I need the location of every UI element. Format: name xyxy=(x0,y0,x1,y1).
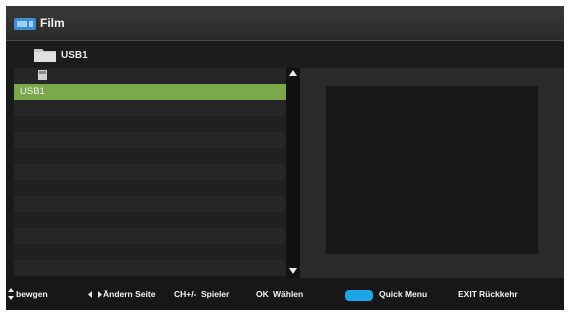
preview-screen xyxy=(326,86,538,254)
scroll-up-icon[interactable] xyxy=(289,70,297,76)
footer-hints: bewgen Ändern Seite CH+/- Spieler OK Wäh… xyxy=(6,278,564,310)
hint-exit-label: Rückkehr xyxy=(479,289,518,299)
list-item[interactable] xyxy=(14,244,286,260)
scrollbar[interactable] xyxy=(286,68,300,278)
list-item[interactable] xyxy=(14,180,286,196)
hint-blue-label: Quick Menu xyxy=(379,289,428,299)
list-item[interactable] xyxy=(14,116,286,132)
hint-exit-key: EXIT xyxy=(458,289,477,299)
hint-ch-label: Spieler xyxy=(201,289,230,299)
folder-icon xyxy=(34,49,56,62)
list-item[interactable] xyxy=(14,164,286,180)
scroll-down-icon[interactable] xyxy=(289,268,297,274)
breadcrumb: USB1 xyxy=(6,41,564,68)
list-item[interactable] xyxy=(14,196,286,212)
page-title: Film xyxy=(40,16,65,30)
title-bar: Film xyxy=(6,6,564,41)
tv-screen: Film USB1 USB1 bewgen Ändern Seite CH+/-… xyxy=(6,6,564,310)
list-item[interactable] xyxy=(14,228,286,244)
list-item[interactable] xyxy=(14,260,286,276)
list-item[interactable] xyxy=(14,100,286,116)
list-item-label: USB1 xyxy=(20,86,45,97)
hint-page-label: Ändern Seite xyxy=(103,289,156,299)
hint-ch-key: CH+/- xyxy=(174,289,197,299)
hint-move-label: bewgen xyxy=(16,289,48,299)
file-list[interactable]: USB1 xyxy=(14,68,286,276)
list-item[interactable] xyxy=(14,148,286,164)
list-item[interactable] xyxy=(14,68,286,84)
updown-icon xyxy=(8,288,14,300)
hint-ok-label: Wählen xyxy=(273,289,304,299)
list-item[interactable] xyxy=(14,212,286,228)
list-item-selected[interactable]: USB1 xyxy=(14,84,286,100)
blue-button-icon xyxy=(345,290,373,301)
list-item[interactable] xyxy=(14,132,286,148)
film-icon xyxy=(14,18,36,30)
breadcrumb-label: USB1 xyxy=(61,50,88,61)
preview-panel xyxy=(300,68,564,278)
leftright-icon xyxy=(88,291,102,298)
usb-drive-icon xyxy=(38,70,47,80)
hint-ok-key: OK xyxy=(256,289,269,299)
